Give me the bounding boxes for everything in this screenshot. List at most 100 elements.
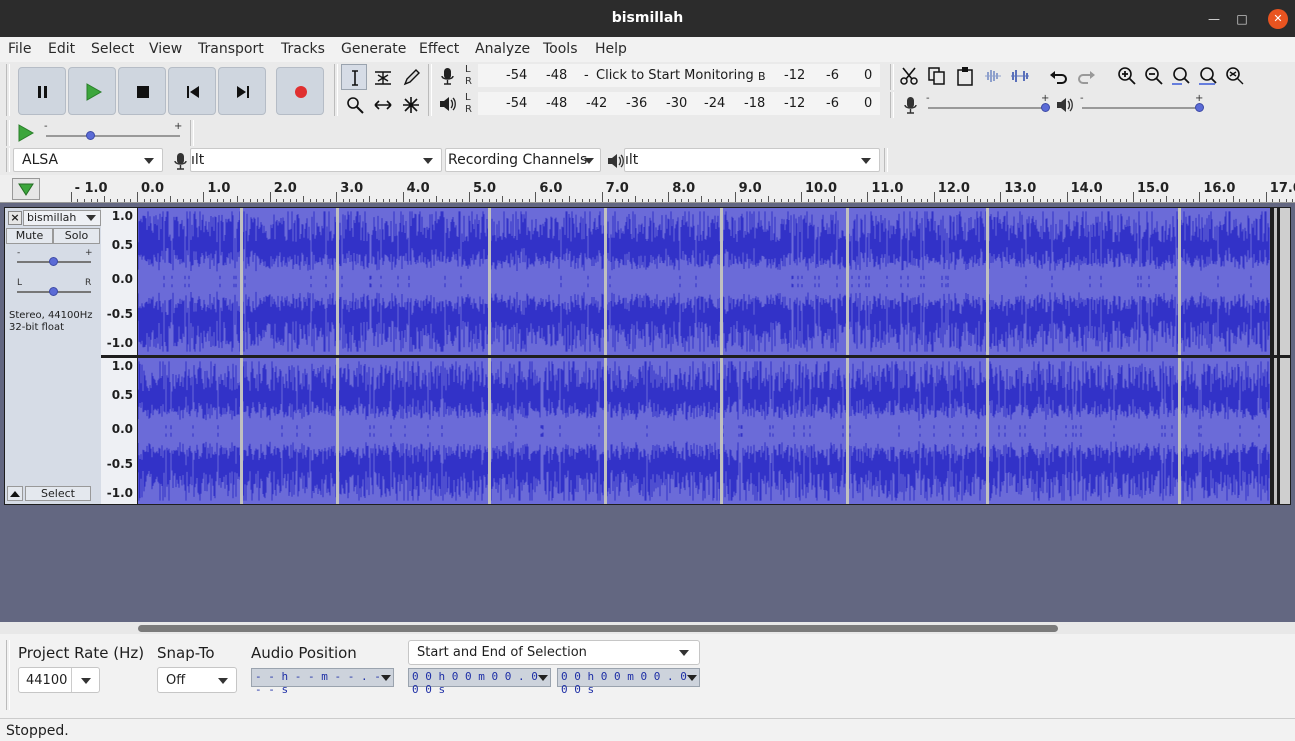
- mute-button[interactable]: Mute: [6, 228, 53, 244]
- ruler-tick: [362, 199, 364, 202]
- pinned-play-head-button[interactable]: [12, 178, 40, 200]
- toolbar-grip[interactable]: [6, 640, 10, 710]
- fit-selection-button[interactable]: [1168, 63, 1194, 89]
- recording-device-select[interactable]: ılt: [190, 148, 442, 172]
- menu-transport[interactable]: Transport: [198, 41, 264, 57]
- menu-help[interactable]: Help: [595, 41, 627, 57]
- playback-device-select[interactable]: ılt: [624, 148, 880, 172]
- toolbar-grip[interactable]: [890, 64, 894, 90]
- copy-button[interactable]: [924, 63, 950, 89]
- skip-start-button[interactable]: [168, 67, 216, 115]
- ruler-tick: [1059, 199, 1061, 202]
- monitor-prompt[interactable]: Click to Start Monitoring: [596, 68, 754, 83]
- ruler-tick: [1093, 199, 1095, 202]
- menu-generate[interactable]: Generate: [341, 41, 406, 57]
- record-button[interactable]: [276, 67, 324, 115]
- vertical-scale-right[interactable]: 1.0 0.5 0.0 -0.5 -1.0: [101, 358, 137, 504]
- ruler-tick: [342, 199, 344, 202]
- paste-button[interactable]: [952, 63, 978, 89]
- pan-slider-thumb[interactable]: [49, 287, 58, 296]
- menu-tools[interactable]: Tools: [543, 41, 578, 57]
- play-button[interactable]: [68, 67, 116, 115]
- toolbar-grip[interactable]: [334, 64, 338, 116]
- audio-host-select[interactable]: ALSA: [13, 148, 163, 172]
- collapse-track-button[interactable]: [7, 486, 23, 501]
- playback-volume-slider[interactable]: [1082, 107, 1200, 109]
- multi-tool[interactable]: [397, 91, 423, 117]
- menu-effect[interactable]: Effect: [419, 41, 459, 57]
- record-meter[interactable]: -54 -48 - Click to Start Monitoring B -1…: [478, 64, 880, 87]
- toolbar-grip[interactable]: [6, 64, 10, 116]
- timeshift-tool[interactable]: [369, 91, 395, 117]
- menu-view[interactable]: View: [149, 41, 182, 57]
- recording-volume-slider[interactable]: [928, 107, 1046, 109]
- track-area[interactable]: × bismillah Mute Solo - + L R Stereo, 44…: [0, 203, 1295, 622]
- trim-button[interactable]: [980, 63, 1006, 89]
- ruler-tick: [708, 199, 710, 202]
- waveform-left-channel[interactable]: [138, 208, 1280, 355]
- close-button[interactable]: ✕: [1268, 9, 1288, 29]
- undo-button[interactable]: [1046, 64, 1072, 90]
- play-speed-thumb[interactable]: [86, 131, 95, 140]
- fit-project-button[interactable]: [1195, 63, 1221, 89]
- zoom-in-button[interactable]: [1114, 63, 1140, 89]
- zoom-tool[interactable]: [341, 91, 367, 117]
- playback-volume-thumb[interactable]: [1195, 103, 1204, 112]
- track-close-button[interactable]: ×: [8, 211, 22, 225]
- audio-position-control[interactable]: - - h - - m - - . - - - s: [251, 668, 394, 696]
- menu-tracks[interactable]: Tracks: [281, 41, 325, 57]
- toolbar-grip[interactable]: [428, 64, 432, 116]
- solo-button[interactable]: Solo: [53, 228, 100, 244]
- toolbar-grip[interactable]: [6, 148, 10, 172]
- selection-mode-select[interactable]: Start and End of Selection: [408, 640, 700, 665]
- play-at-speed-button[interactable]: [13, 120, 39, 146]
- ruler-tick: [555, 199, 557, 202]
- timeline-ruler[interactable]: - 1.0 0.0 1.0 2.0 3.0 4.0 5.0 6.0 7.0 8.0 9.0 10.0 1…: [0, 175, 1295, 203]
- toolbar-grip[interactable]: [6, 120, 10, 146]
- status-bar: Stopped.: [0, 718, 1295, 741]
- selection-start-control[interactable]: 0 0 h 0 0 m 0 0 . 0 0 0 s: [408, 668, 551, 696]
- toolbar-grip[interactable]: [890, 92, 894, 118]
- track-name-menu[interactable]: bismillah: [23, 210, 101, 226]
- draw-tool[interactable]: [397, 64, 423, 90]
- menu-file[interactable]: File: [8, 41, 31, 57]
- pause-button[interactable]: [18, 67, 66, 115]
- record-meter-button[interactable]: [435, 63, 461, 89]
- gain-slider-thumb[interactable]: [49, 257, 58, 266]
- redo-button[interactable]: [1073, 64, 1099, 90]
- recording-volume-thumb[interactable]: [1041, 103, 1050, 112]
- waveform-right-channel[interactable]: [138, 358, 1280, 504]
- play-speed-slider[interactable]: [46, 135, 180, 137]
- chevron-down-icon: [679, 650, 689, 656]
- zoom-toggle-button[interactable]: [1222, 63, 1248, 89]
- ruler-tick: [681, 199, 683, 202]
- cut-button[interactable]: [896, 63, 922, 89]
- minimize-button[interactable]: —: [1204, 9, 1224, 29]
- audio-track[interactable]: × bismillah Mute Solo - + L R Stereo, 44…: [4, 207, 1291, 505]
- vertical-scale-left[interactable]: 1.0 0.5 0.0 -0.5 -1.0: [101, 208, 137, 355]
- ruler-tick: [1279, 199, 1281, 202]
- selection-end-control[interactable]: 0 0 h 0 0 m 0 0 . 0 0 0 s: [557, 668, 700, 696]
- skip-end-button[interactable]: [218, 67, 266, 115]
- project-rate-select[interactable]: 44100: [18, 667, 100, 693]
- silence-button[interactable]: [1007, 63, 1033, 89]
- envelope-tool[interactable]: [369, 64, 395, 90]
- recording-channels-select[interactable]: Recording Channels: [445, 148, 601, 172]
- ruler-tick: [615, 199, 617, 202]
- zoom-out-button[interactable]: [1141, 63, 1167, 89]
- maximize-button[interactable]: □: [1232, 9, 1252, 29]
- horizontal-scrollbar-thumb[interactable]: [138, 625, 1058, 632]
- toolbar-grip[interactable]: [190, 120, 194, 146]
- menu-select[interactable]: Select: [91, 41, 134, 57]
- selection-tool[interactable]: [341, 64, 367, 90]
- selection-toolbar: Project Rate (Hz) 44100 Snap-To Off Audi…: [0, 634, 1295, 718]
- menu-analyze[interactable]: Analyze: [475, 41, 530, 57]
- snap-to-select[interactable]: Off: [157, 667, 237, 693]
- toolbar-grip[interactable]: [884, 148, 888, 172]
- stop-button[interactable]: [118, 67, 166, 115]
- playback-meter[interactable]: -54 -48 -42 -36 -30 -24 -18 -12 -6 0: [478, 92, 880, 115]
- menu-edit[interactable]: Edit: [48, 41, 75, 57]
- playback-meter-button[interactable]: [435, 91, 461, 117]
- title-bar: bismillah — □ ✕: [0, 0, 1295, 37]
- track-select-button[interactable]: Select: [25, 486, 91, 501]
